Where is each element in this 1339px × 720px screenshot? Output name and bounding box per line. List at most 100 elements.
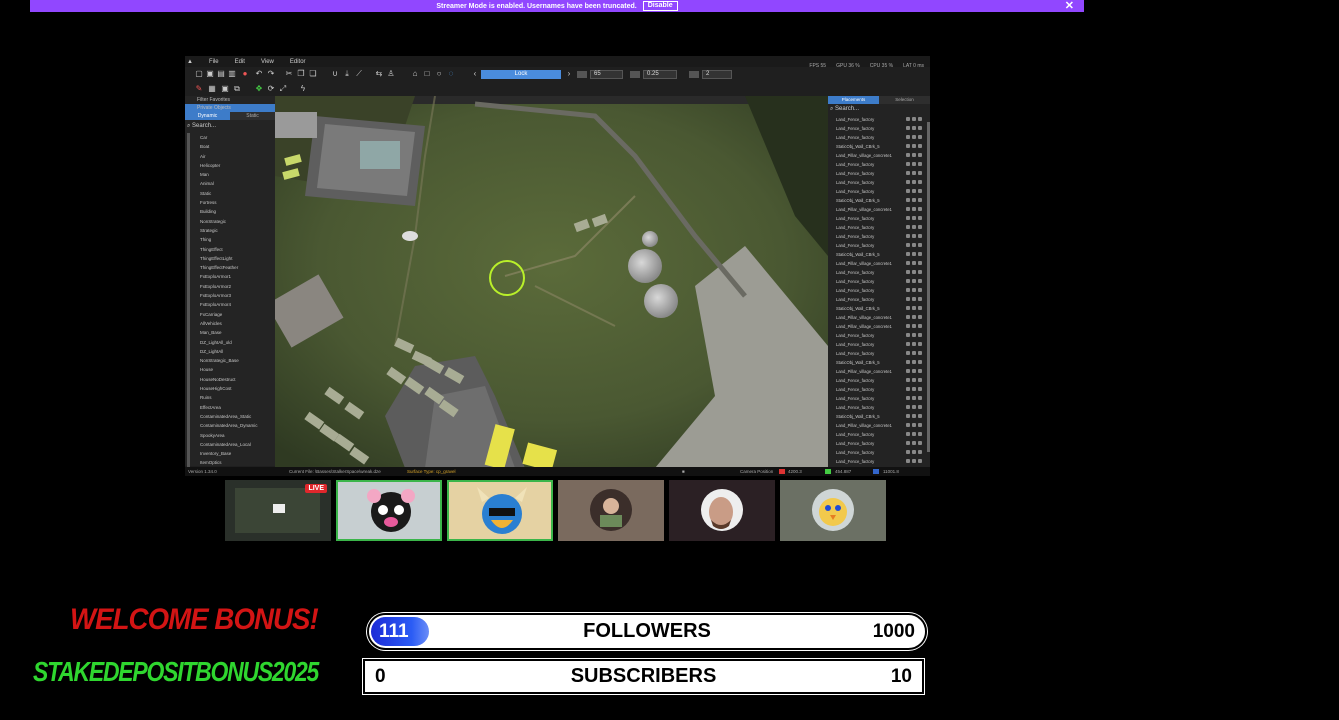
tab-placements[interactable]: Placements xyxy=(828,96,879,104)
visibility-icon[interactable] xyxy=(912,189,916,193)
category-item[interactable]: AllVehicles xyxy=(190,319,275,328)
save-icon[interactable]: ▤ xyxy=(217,70,225,78)
snap-field[interactable]: 0.25 xyxy=(630,70,677,79)
lock-icon[interactable] xyxy=(906,270,910,274)
menu-view[interactable]: View xyxy=(261,59,274,65)
undo-icon[interactable]: ↶ xyxy=(255,70,263,78)
lock-icon[interactable] xyxy=(906,414,910,418)
delete-icon[interactable] xyxy=(918,261,922,265)
delete-icon[interactable] xyxy=(918,162,922,166)
category-item[interactable]: FxExploArmor1 xyxy=(190,272,275,281)
delete-icon[interactable] xyxy=(918,387,922,391)
category-item[interactable]: NonStrategic_Base xyxy=(190,356,275,365)
visibility-icon[interactable] xyxy=(912,207,916,211)
delete-icon[interactable] xyxy=(918,342,922,346)
lock-icon[interactable] xyxy=(906,216,910,220)
placement-item[interactable]: StaticObj_Wall_CBrk_5 xyxy=(828,196,930,205)
placement-item[interactable]: Land_Fence_factory xyxy=(828,133,930,142)
lock-icon[interactable] xyxy=(906,369,910,373)
lock-icon[interactable] xyxy=(906,405,910,409)
placement-item[interactable]: Land_Fence_factory xyxy=(828,115,930,124)
lock-icon[interactable] xyxy=(906,198,910,202)
delete-icon[interactable] xyxy=(918,171,922,175)
step-field[interactable]: 65 xyxy=(577,70,623,79)
placement-item[interactable]: Land_Fence_factory xyxy=(828,403,930,412)
lock-icon[interactable] xyxy=(906,450,910,454)
delete-icon[interactable] xyxy=(918,306,922,310)
lock-icon[interactable] xyxy=(906,234,910,238)
grid-field[interactable]: 2 xyxy=(689,70,732,79)
delete-icon[interactable] xyxy=(918,126,922,130)
category-item[interactable]: Static xyxy=(190,189,275,198)
circle-select-icon[interactable]: ○ xyxy=(435,70,443,78)
category-item[interactable]: Man xyxy=(190,170,275,179)
move-icon[interactable]: ✥ xyxy=(255,85,263,93)
lock-icon[interactable] xyxy=(906,225,910,229)
visibility-icon[interactable] xyxy=(912,279,916,283)
visibility-icon[interactable] xyxy=(912,198,916,202)
lock-icon[interactable] xyxy=(906,162,910,166)
menu-editor[interactable]: Editor xyxy=(290,59,306,65)
delete-icon[interactable] xyxy=(918,198,922,202)
lock-icon[interactable] xyxy=(906,153,910,157)
placement-item[interactable]: Land_Pillar_village_concrete1 xyxy=(828,205,930,214)
lock-icon[interactable] xyxy=(906,117,910,121)
placement-item[interactable]: Land_Fence_factory xyxy=(828,295,930,304)
delete-icon[interactable] xyxy=(918,189,922,193)
placement-item[interactable]: Land_Fence_factory xyxy=(828,331,930,340)
placement-item[interactable]: Land_Fence_factory xyxy=(828,430,930,439)
category-item[interactable]: Inventory_Base xyxy=(190,449,275,458)
placement-item[interactable]: StaticObj_Wall_CBrk_5 xyxy=(828,358,930,367)
placement-item[interactable]: Land_Fence_factory xyxy=(828,124,930,133)
lock-icon[interactable] xyxy=(906,288,910,292)
lock-icon[interactable] xyxy=(906,360,910,364)
visibility-icon[interactable] xyxy=(912,144,916,148)
tab-dynamic[interactable]: Dynamic xyxy=(185,112,230,120)
visibility-icon[interactable] xyxy=(912,306,916,310)
placement-item[interactable]: Land_Fence_factory xyxy=(828,286,930,295)
lock-icon[interactable] xyxy=(906,441,910,445)
menu-file[interactable]: File xyxy=(209,59,219,65)
duplicate-icon[interactable]: ⧉ xyxy=(233,85,241,93)
link-icon[interactable]: ⟋ xyxy=(355,70,363,78)
visibility-icon[interactable] xyxy=(912,441,916,445)
open-file-icon[interactable]: ▣ xyxy=(206,70,214,78)
delete-icon[interactable] xyxy=(918,180,922,184)
category-item[interactable]: ThingEffectFeather xyxy=(190,263,275,272)
rotate-icon[interactable]: ⟳ xyxy=(267,85,275,93)
category-item[interactable]: ContaminatedArea_Static xyxy=(190,412,275,421)
lightning-icon[interactable]: ϟ xyxy=(299,85,307,93)
visibility-icon[interactable] xyxy=(912,423,916,427)
placement-item[interactable]: StaticObj_Wall_CBrk_5 xyxy=(828,142,930,151)
placement-item[interactable]: Land_Fence_factory xyxy=(828,349,930,358)
delete-icon[interactable] xyxy=(918,216,922,220)
placement-item[interactable]: Land_Fence_factory xyxy=(828,160,930,169)
placement-item[interactable]: Land_Pillar_village_concrete1 xyxy=(828,367,930,376)
delete-icon[interactable] xyxy=(918,252,922,256)
placement-item[interactable]: Land_Pillar_village_concrete1 xyxy=(828,421,930,430)
category-item[interactable]: ContaminatedArea_Local xyxy=(190,440,275,449)
visibility-icon[interactable] xyxy=(912,153,916,157)
placement-item[interactable]: StaticObj_Wall_CBrk_5 xyxy=(828,250,930,259)
lock-icon[interactable] xyxy=(906,135,910,139)
placement-item[interactable]: Land_Fence_factory xyxy=(828,448,930,457)
delete-icon[interactable] xyxy=(918,153,922,157)
visibility-icon[interactable] xyxy=(912,387,916,391)
placement-item[interactable]: Land_Fence_factory xyxy=(828,223,930,232)
menu-edit[interactable]: Edit xyxy=(235,59,245,65)
visibility-icon[interactable] xyxy=(912,351,916,355)
visibility-icon[interactable] xyxy=(912,414,916,418)
redo-icon[interactable]: ↷ xyxy=(267,70,275,78)
align-icon[interactable]: ⇆ xyxy=(375,70,383,78)
placement-item[interactable]: Land_Fence_factory xyxy=(828,340,930,349)
category-item[interactable]: ContaminatedArea_Dynamic xyxy=(190,421,275,430)
delete-icon[interactable] xyxy=(918,324,922,328)
tab-static[interactable]: Static xyxy=(230,112,275,120)
delete-icon[interactable] xyxy=(918,279,922,283)
category-item[interactable]: Ruins xyxy=(190,393,275,402)
category-item[interactable]: Thing xyxy=(190,235,275,244)
placement-item[interactable]: Land_Fence_factory xyxy=(828,187,930,196)
delete-icon[interactable] xyxy=(918,441,922,445)
visibility-icon[interactable] xyxy=(912,288,916,292)
visibility-icon[interactable] xyxy=(912,432,916,436)
